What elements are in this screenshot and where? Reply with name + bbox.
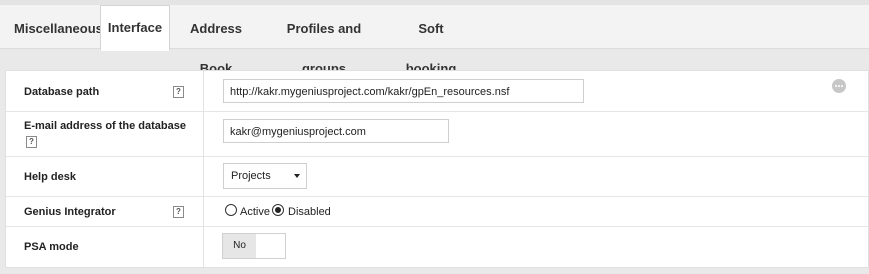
tab-interface[interactable]: Interface: [100, 5, 170, 51]
radio-active-label: Active: [240, 206, 270, 218]
settings-panel: Database path ? http://kakr.mygeniusproj…: [5, 70, 869, 268]
help-icon[interactable]: ?: [26, 136, 37, 148]
row-genius-integrator: Genius Integrator ? Active Disabled: [6, 196, 868, 227]
help-icon[interactable]: ?: [173, 206, 184, 218]
row-psa-mode: PSA mode No: [6, 226, 868, 267]
radio-active[interactable]: [225, 204, 237, 216]
radio-disabled[interactable]: [272, 204, 284, 216]
email-address-label: E-mail address of the database: [24, 120, 186, 132]
email-address-input[interactable]: kakr@mygeniusproject.com: [223, 119, 449, 143]
chevron-down-icon: [294, 174, 300, 178]
database-path-input[interactable]: http://kakr.mygeniusproject.com/kakr/gpE…: [223, 79, 584, 103]
help-icon[interactable]: ?: [173, 86, 184, 98]
database-path-label: Database path: [24, 86, 100, 98]
row-help-desk: Help desk Projects: [6, 156, 868, 197]
psa-mode-toggle[interactable]: No: [222, 233, 286, 259]
genius-integrator-label: Genius Integrator: [24, 206, 116, 218]
psa-mode-label: PSA mode: [24, 241, 79, 253]
help-desk-selected-value: Projects: [231, 170, 271, 182]
help-desk-select[interactable]: Projects: [223, 163, 307, 189]
psa-mode-value: No: [223, 234, 256, 258]
tab-bar: Miscellaneous Interface Address Book Pro…: [0, 5, 869, 76]
row-email-address: E-mail address of the database ? kakr@my…: [6, 111, 868, 157]
tab-profiles-and-groups[interactable]: Profiles and groups: [268, 9, 380, 76]
tab-soft-booking[interactable]: Soft booking: [394, 9, 468, 76]
radio-disabled-label: Disabled: [288, 206, 331, 218]
tab-address-book[interactable]: Address Book: [176, 9, 256, 76]
help-desk-label: Help desk: [24, 171, 76, 183]
tab-miscellaneous[interactable]: Miscellaneous: [14, 9, 103, 49]
row-database-path: Database path ? http://kakr.mygeniusproj…: [6, 71, 868, 112]
